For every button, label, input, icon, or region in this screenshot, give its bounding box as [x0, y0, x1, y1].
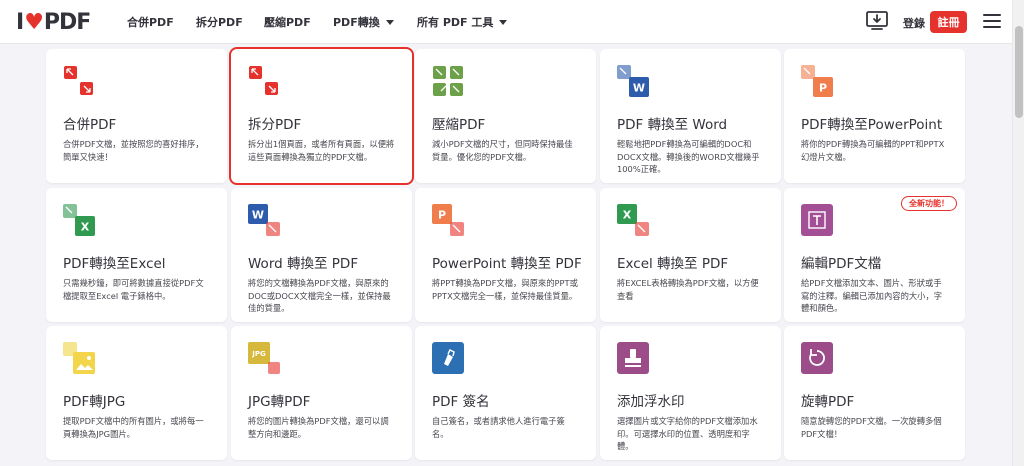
- powerpoint-icon: P: [801, 65, 833, 97]
- watermark-icon: [617, 342, 649, 374]
- tool-title: PDF 轉換至 Word: [617, 117, 728, 133]
- signup-button[interactable]: 註冊: [930, 11, 967, 33]
- hamburger-menu-icon[interactable]: [983, 14, 1001, 28]
- tool-title: 拆分PDF: [248, 117, 302, 133]
- powerpoint-to-pdf-icon: P: [432, 204, 464, 236]
- tool-title: 添加浮水印: [617, 394, 685, 410]
- tool-title: PowerPoint 轉換至 PDF: [432, 256, 582, 272]
- nav-merge-pdf[interactable]: 合併PDF: [127, 0, 174, 44]
- tool-card-edit[interactable]: 編輯PDF文檔 給PDF文檔添加文本、圖片、形狀或手寫的注釋。編輯已添加內容的大…: [784, 188, 965, 322]
- tool-card-pdf-to-jpg[interactable]: PDF轉JPG 提取PDF文檔中的所有圖片，或將每一頁轉換為JPG圖片。: [46, 326, 227, 460]
- scrollbar-thumb[interactable]: [1015, 26, 1023, 118]
- tool-card-excel[interactable]: X PDF轉換至Excel 只需幾秒鐘，即可將數據直接從PDF文檔提取至Exce…: [46, 188, 227, 322]
- tool-title: Excel 轉換至 PDF: [617, 256, 729, 272]
- page-scrollbar[interactable]: [1012, 0, 1024, 466]
- logo-letter: I: [16, 9, 24, 35]
- compress-icon: [432, 65, 464, 97]
- tool-title: PDF 簽名: [432, 394, 490, 410]
- svg-text:W: W: [633, 82, 645, 95]
- tool-description: 只需幾秒鐘，即可將數據直接從PDF文檔提取至Excel 電子錶格中。: [63, 278, 204, 301]
- nav-all-tools-dropdown[interactable]: 所有 PDF 工具: [417, 0, 508, 44]
- tool-card-merge[interactable]: 合併PDF 合併PDF文檔，並按照您的喜好排序，簡單又快速！: [46, 49, 227, 183]
- nav-pdf-convert-dropdown[interactable]: PDF轉換: [333, 0, 394, 44]
- svg-text:W: W: [252, 209, 264, 222]
- ilovepdf-logo[interactable]: I ♥ PDF: [16, 9, 91, 35]
- tool-title: Word 轉換至 PDF: [248, 256, 359, 272]
- jpg-to-pdf-icon: JPG: [248, 342, 280, 374]
- tool-card-compress[interactable]: 壓縮PDF 減小PDF文檔的尺寸，但同時保持最佳質量。優化您的PDF文檔。: [415, 49, 596, 183]
- svg-text:X: X: [81, 221, 90, 234]
- tool-title: PDF轉換至PowerPoint: [801, 117, 943, 133]
- tool-title: 旋轉PDF: [801, 394, 855, 410]
- caret-down-icon: [385, 19, 394, 25]
- tool-description: 將你的PDF轉換為可編輯的PPT和PPTX幻燈片文檔。: [801, 139, 945, 162]
- new-feature-badge: 全新功能！: [901, 196, 957, 211]
- tool-card-word[interactable]: W PDF 轉換至 Word 輕鬆地把PDF轉換為可編輯的DOC和DOCX文檔。…: [600, 49, 781, 183]
- word-to-pdf-icon: W: [248, 204, 280, 236]
- login-link[interactable]: 登錄: [903, 15, 925, 31]
- svg-text:JPG: JPG: [251, 350, 266, 358]
- split-icon: [248, 65, 280, 97]
- tool-card-sign[interactable]: PDF 簽名 自己簽名，或者請求他人進行電子簽名。: [415, 326, 596, 460]
- tool-card-excel-to-pdf[interactable]: X Excel 轉換至 PDF 將EXCEL表格轉換為PDF文檔，以方便查看: [600, 188, 781, 322]
- tool-card-jpg-to-pdf[interactable]: JPG JPG轉PDF 將您的圖片轉換為PDF文檔，還可以調整方向和邊距。: [231, 326, 412, 460]
- tool-title: PDF轉JPG: [63, 394, 126, 410]
- merge-icon: [63, 65, 95, 97]
- tool-title: 編輯PDF文檔: [801, 256, 882, 272]
- tool-card-word-to-pdf[interactable]: W Word 轉換至 PDF 將您的文檔轉換為PDF文檔，與原來的DOC或DOC…: [231, 188, 412, 322]
- tool-description: 選擇圖片或文字給你的PDF文檔添加水印。可選擇水印的位置、透明度和字體。: [617, 416, 758, 451]
- nav-split-pdf[interactable]: 拆分PDF: [196, 0, 243, 44]
- heart-icon: ♥: [24, 9, 44, 35]
- svg-text:X: X: [623, 209, 632, 222]
- caret-down-icon: [499, 19, 508, 25]
- svg-text:P: P: [438, 209, 446, 222]
- pdf-to-jpg-icon: [63, 342, 95, 374]
- excel-icon: X: [63, 204, 95, 236]
- tool-title: PDF轉換至Excel: [63, 256, 166, 272]
- edit-icon: [801, 204, 833, 236]
- excel-to-pdf-icon: X: [617, 204, 649, 236]
- tool-card-rotate[interactable]: 旋轉PDF 隨意旋轉您的PDF文檔。一次旋轉多個PDF文檔！: [784, 326, 965, 460]
- word-icon: W: [617, 65, 649, 97]
- tool-description: 將您的文檔轉換為PDF文檔，與原來的DOC或DOCX文檔完全一樣，並保持最佳的質…: [248, 278, 391, 313]
- tool-description: 減小PDF文檔的尺寸，但同時保持最佳質量。優化您的PDF文檔。: [432, 139, 573, 162]
- tool-description: 給PDF文檔添加文本、圖片、形狀或手寫的注釋。編輯已添加內容的大小，字體和顏色。: [801, 278, 943, 313]
- tool-card-watermark[interactable]: 添加浮水印 選擇圖片或文字給你的PDF文檔添加水印。可選擇水印的位置、透明度和字…: [600, 326, 781, 460]
- tool-title: 合併PDF: [63, 117, 117, 133]
- logo-text: PDF: [43, 9, 91, 35]
- tool-card-powerpoint[interactable]: P PDF轉換至PowerPoint 將你的PDF轉換為可編輯的PPT和PPTX…: [784, 49, 965, 183]
- tool-description: 輕鬆地把PDF轉換為可編輯的DOC和DOCX文檔。轉換後的WORD文檔幾乎100…: [617, 139, 760, 174]
- svg-text:P: P: [819, 82, 827, 95]
- tool-card-powerpoint-to-pdf[interactable]: P PowerPoint 轉換至 PDF 將PPT轉換為PDF文檔，與原來的PP…: [415, 188, 596, 322]
- tool-title: JPG轉PDF: [248, 394, 311, 410]
- rotate-icon: [801, 342, 833, 374]
- tool-description: 提取PDF文檔中的所有圖片，或將每一頁轉換為JPG圖片。: [63, 416, 204, 439]
- tool-description: 自己簽名，或者請求他人進行電子簽名。: [432, 416, 565, 439]
- desktop-download-icon[interactable]: [866, 11, 888, 31]
- tool-description: 將您的圖片轉換為PDF文檔，還可以調整方向和邊距。: [248, 416, 389, 439]
- tool-description: 將EXCEL表格轉換為PDF文檔，以方便查看: [617, 278, 759, 301]
- tool-card-split[interactable]: 拆分PDF 拆分出1個頁面，或者所有頁面，以便將這些頁面轉換為獨立的PDF文檔。: [229, 47, 414, 185]
- tool-title: 壓縮PDF: [432, 117, 486, 133]
- tool-description: 拆分出1個頁面，或者所有頁面，以便將這些頁面轉換為獨立的PDF文檔。: [248, 139, 395, 162]
- sign-icon: [432, 342, 464, 374]
- tool-description: 將PPT轉換為PDF文檔，與原來的PPT或PPTX文檔完全一樣，並保持最佳質量。: [432, 278, 578, 301]
- top-navbar: I ♥ PDF 合併PDF 拆分PDF 壓縮PDF PDF轉換 所有 PDF 工…: [0, 0, 1012, 44]
- tool-description: 合併PDF文檔，並按照您的喜好排序，簡單又快速！: [63, 139, 204, 162]
- nav-compress-pdf[interactable]: 壓縮PDF: [264, 0, 311, 44]
- tool-description: 隨意旋轉您的PDF文檔。一次旋轉多個PDF文檔！: [801, 416, 942, 439]
